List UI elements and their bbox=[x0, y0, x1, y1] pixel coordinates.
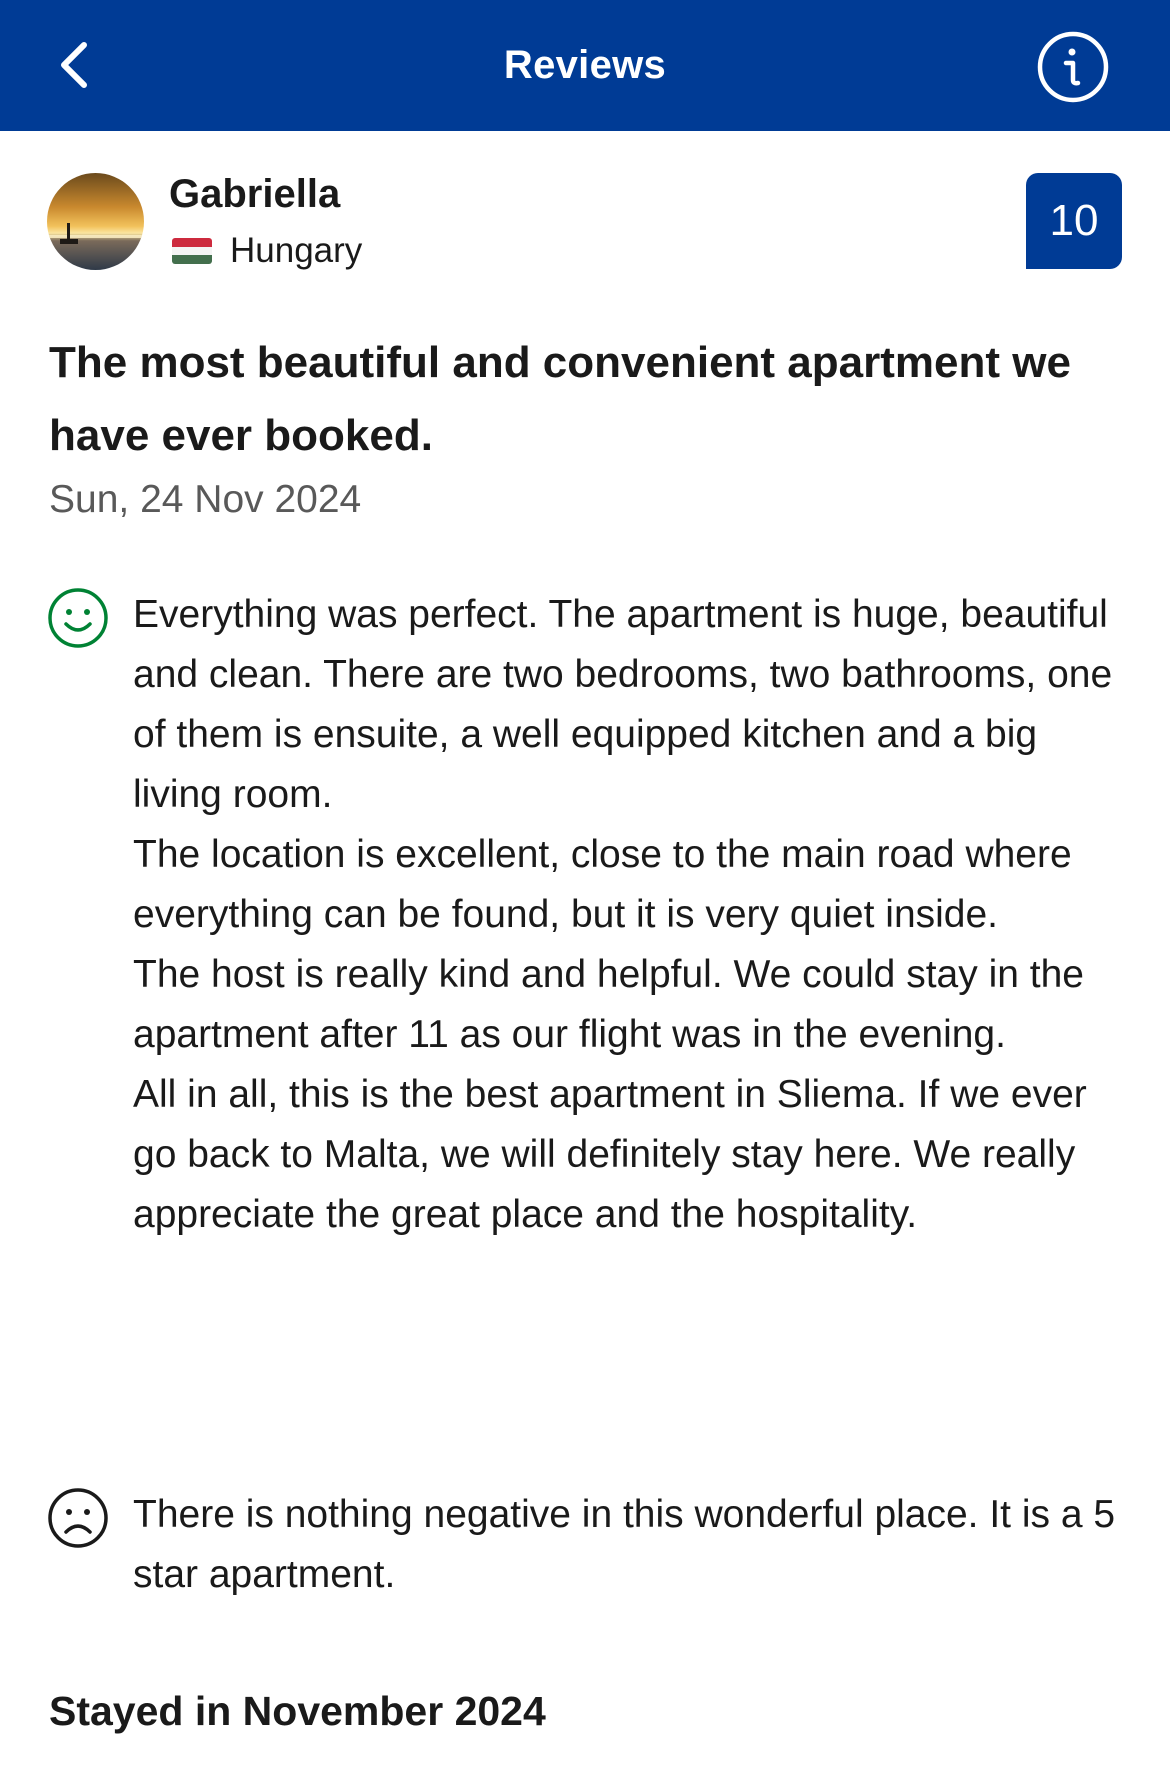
positive-paragraph: Everything was perfect. The apartment is… bbox=[133, 593, 1113, 816]
positive-paragraph: All in all, this is the best apartment i… bbox=[133, 1073, 1087, 1236]
reviewer-name: Gabriella bbox=[169, 172, 341, 216]
reviewer-country: Hungary bbox=[172, 226, 362, 276]
review-date: Sun, 24 Nov 2024 bbox=[49, 478, 362, 521]
sunset-photo-avatar bbox=[47, 173, 144, 270]
score-badge: 10 bbox=[1026, 173, 1122, 269]
stay-period: Stayed in November 2024 bbox=[49, 1688, 546, 1734]
positive-paragraph: The location is excellent, close to the … bbox=[133, 833, 1072, 936]
smiley-happy-icon bbox=[48, 588, 108, 648]
review-title: The most beautiful and convenient apartm… bbox=[49, 338, 1071, 460]
hungary-flag-icon bbox=[172, 238, 212, 264]
negative-paragraph: There is nothing negative in this wonder… bbox=[133, 1493, 1116, 1596]
page-title: Reviews bbox=[503, 43, 667, 87]
info-icon bbox=[1037, 31, 1109, 103]
app-header: Reviews bbox=[0, 0, 1170, 131]
positive-comment: Everything was perfect. The apartment is… bbox=[133, 585, 1133, 1245]
smiley-sad-icon bbox=[48, 1488, 108, 1548]
country-name: Hungary bbox=[230, 231, 363, 270]
negative-comment: There is nothing negative in this wonder… bbox=[133, 1485, 1133, 1605]
info-button[interactable] bbox=[1036, 30, 1110, 104]
avatar bbox=[47, 173, 144, 270]
positive-paragraph: The host is really kind and helpful. We … bbox=[133, 953, 1084, 1056]
